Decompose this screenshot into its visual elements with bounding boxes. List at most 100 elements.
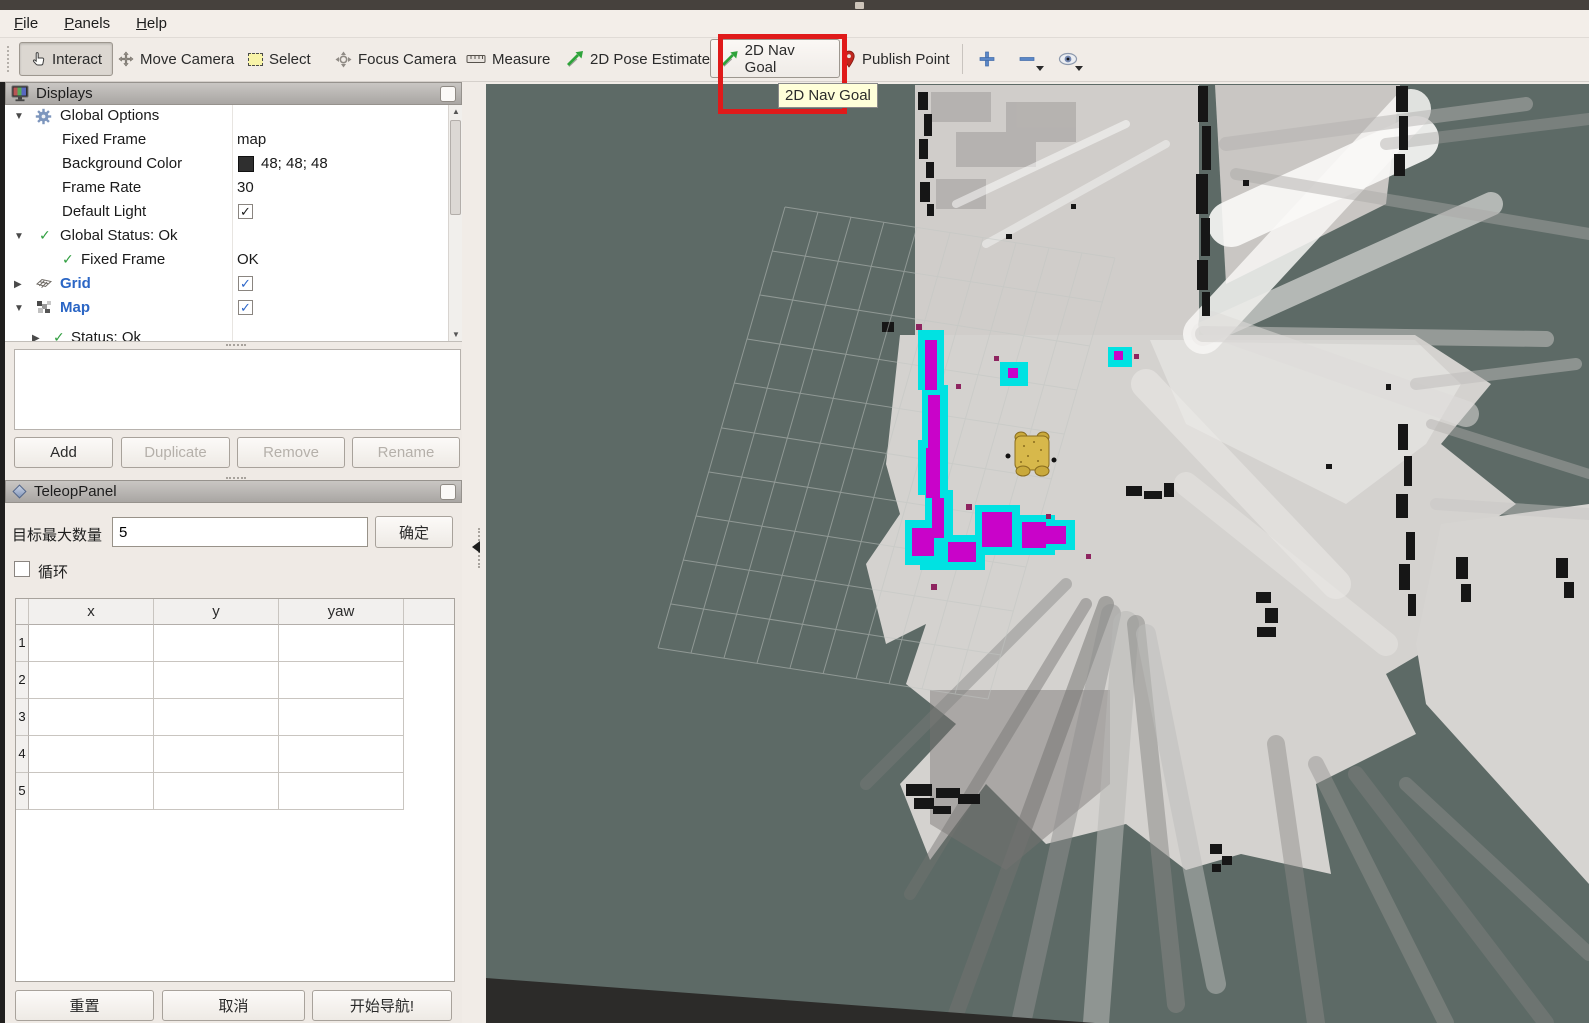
diamond-icon <box>11 483 28 500</box>
resize-handle[interactable] <box>226 477 246 479</box>
checkbox-checked[interactable]: ✓ <box>238 276 253 291</box>
tool-label: Publish Point <box>862 51 950 68</box>
table-row[interactable]: 4 <box>16 736 454 773</box>
duplicate-button[interactable]: Duplicate <box>121 437 230 468</box>
visibility-button[interactable] <box>1058 38 1078 80</box>
color-swatch[interactable] <box>238 156 254 172</box>
tree-row[interactable]: Frame Rate 30 <box>5 177 448 201</box>
tree-label: Global Status: Ok <box>60 227 178 244</box>
tree-scrollbar[interactable]: ▲ ▼ <box>448 105 462 342</box>
tool-2d-pose-estimate[interactable]: 2D Pose Estimate <box>566 38 710 80</box>
tree-row[interactable]: ▼ Global Options <box>5 105 448 129</box>
table-row[interactable]: 5 <box>16 773 454 810</box>
tree-row[interactable]: ▼ Map ✓ <box>5 297 448 321</box>
cell-x[interactable] <box>29 699 154 736</box>
zoom-in-button[interactable] <box>978 38 996 80</box>
start-navigation-button[interactable]: 开始导航! <box>312 990 452 1021</box>
green-arrow-icon <box>566 50 584 68</box>
zoom-out-button[interactable] <box>1018 38 1036 80</box>
max-goals-input[interactable] <box>112 517 368 547</box>
cell-yaw[interactable] <box>279 736 404 773</box>
toolbar-separator <box>962 44 963 74</box>
tool-select[interactable]: Select <box>248 38 311 80</box>
chevron-down-icon[interactable] <box>1036 66 1044 71</box>
rename-button[interactable]: Rename <box>352 437 460 468</box>
expand-closed-icon[interactable]: ▶ <box>14 279 22 290</box>
loop-label: 循环 <box>38 561 68 582</box>
expand-open-icon[interactable]: ▼ <box>14 303 24 314</box>
add-button[interactable]: Add <box>14 437 113 468</box>
tree-row[interactable]: ✓ Fixed Frame OK <box>5 249 448 273</box>
panel-header-box[interactable] <box>440 484 456 500</box>
map-view[interactable] <box>486 84 1589 1023</box>
remove-button[interactable]: Remove <box>237 437 345 468</box>
column-header-yaw[interactable]: yaw <box>279 599 404 625</box>
panel-title: Displays <box>36 85 93 102</box>
tree-value[interactable]: 48; 48; 48 <box>261 155 328 172</box>
displays-panel-header[interactable]: Displays <box>5 82 462 105</box>
collapse-panel-icon[interactable] <box>472 541 480 553</box>
cell-y[interactable] <box>154 625 279 662</box>
tree-row[interactable]: ▼ ✓ Global Status: Ok <box>5 225 448 249</box>
tree-row[interactable]: ▶ ✓ Status: Ok <box>5 327 448 342</box>
cell-y[interactable] <box>154 662 279 699</box>
confirm-button[interactable]: 确定 <box>375 516 453 548</box>
tree-label: Default Light <box>62 203 146 220</box>
teleop-panel-header[interactable]: TeleopPanel <box>5 480 462 503</box>
tree-row[interactable]: Default Light ✓ <box>5 201 448 225</box>
expand-open-icon[interactable]: ▼ <box>14 231 24 242</box>
cell-yaw[interactable] <box>279 625 404 662</box>
cell-x[interactable] <box>29 773 154 810</box>
tree-label: Background Color <box>62 155 182 172</box>
row-number: 2 <box>16 662 29 699</box>
window-titlebar <box>0 0 1589 10</box>
loop-checkbox[interactable] <box>14 561 30 577</box>
menu-panels[interactable]: Panels <box>64 15 110 32</box>
column-header-x[interactable]: x <box>29 599 154 625</box>
tool-publish-point[interactable]: Publish Point <box>842 38 950 80</box>
chevron-down-icon[interactable] <box>1075 66 1083 71</box>
cell-y[interactable] <box>154 736 279 773</box>
checkbox-checked[interactable]: ✓ <box>238 300 253 315</box>
tool-interact[interactable]: Interact <box>19 42 113 76</box>
scroll-up-icon[interactable]: ▲ <box>449 105 462 119</box>
table-row[interactable]: 1 <box>16 625 454 662</box>
menu-file[interactable]: File <box>14 15 38 32</box>
cell-yaw[interactable] <box>279 699 404 736</box>
tool-move-camera[interactable]: Move Camera <box>118 38 234 80</box>
plus-icon <box>978 50 996 68</box>
tree-row[interactable]: Background Color 48; 48; 48 <box>5 153 448 177</box>
reset-button[interactable]: 重置 <box>15 990 154 1021</box>
expand-closed-icon[interactable]: ▶ <box>32 333 40 342</box>
cell-y[interactable] <box>154 773 279 810</box>
tree-row[interactable]: Fixed Frame map <box>5 129 448 153</box>
cell-yaw[interactable] <box>279 662 404 699</box>
tree-value[interactable]: 30 <box>237 179 254 196</box>
tree-label: Fixed Frame <box>81 251 165 268</box>
toolbar-drag-handle[interactable] <box>7 46 9 72</box>
resize-handle[interactable] <box>226 344 246 346</box>
corner-cell <box>16 599 29 625</box>
checkbox-checked[interactable]: ✓ <box>238 204 253 219</box>
menu-help[interactable]: Help <box>136 15 167 32</box>
cell-yaw[interactable] <box>279 773 404 810</box>
table-row[interactable]: 3 <box>16 699 454 736</box>
cell-x[interactable] <box>29 736 154 773</box>
hand-cursor-icon <box>30 51 46 67</box>
tool-focus-camera[interactable]: Focus Camera <box>335 38 456 80</box>
panel-header-box[interactable] <box>440 86 456 102</box>
tree-row[interactable]: ▶ Grid ✓ <box>5 273 448 297</box>
tree-value[interactable]: map <box>237 131 266 148</box>
cell-x[interactable] <box>29 625 154 662</box>
cell-x[interactable] <box>29 662 154 699</box>
tool-measure[interactable]: Measure <box>466 38 550 80</box>
table-row[interactable]: 2 <box>16 662 454 699</box>
cancel-button[interactable]: 取消 <box>162 990 305 1021</box>
grid-icon <box>36 278 52 290</box>
column-header-y[interactable]: y <box>154 599 279 625</box>
scroll-down-icon[interactable]: ▼ <box>449 328 462 342</box>
scrollbar-thumb[interactable] <box>450 120 461 215</box>
expand-open-icon[interactable]: ▼ <box>14 111 24 122</box>
cell-y[interactable] <box>154 699 279 736</box>
row-number: 5 <box>16 773 29 810</box>
